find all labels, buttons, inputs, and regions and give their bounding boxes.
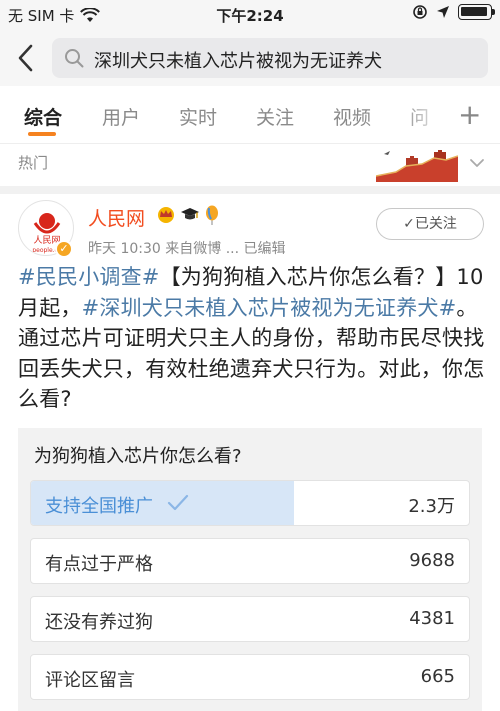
poll-option-label: 评论区留言 bbox=[45, 670, 135, 691]
search-header: 深圳犬只未植入芯片被视为无证养犬 bbox=[0, 30, 500, 86]
battery-icon bbox=[458, 4, 495, 20]
tab-realtime[interactable]: 实时 bbox=[179, 103, 217, 130]
great-wall-banner-image bbox=[376, 146, 458, 182]
poll-option-label: 支持全国推广 bbox=[45, 496, 153, 517]
hashtag-link[interactable]: #民民小调查# bbox=[18, 265, 160, 289]
search-icon bbox=[65, 49, 84, 68]
crown-badge-icon bbox=[158, 207, 174, 223]
poll-card: 为狗狗植入芯片你怎么看? 支持全国推广 2.3万 有点过于严格 9688 还没有… bbox=[18, 428, 482, 711]
hashtag-link[interactable]: #深圳犬只未植入芯片被视为无证养犬# bbox=[82, 296, 457, 320]
tab-video[interactable]: 视频 bbox=[333, 103, 371, 130]
poll-option[interactable]: 评论区留言 665 bbox=[30, 654, 470, 700]
section-divider bbox=[0, 186, 500, 194]
lock-rotation-icon bbox=[413, 5, 427, 19]
author-badges bbox=[156, 205, 220, 225]
poll-option-count: 4381 bbox=[409, 608, 455, 629]
tab-comprehensive[interactable]: 综合 bbox=[24, 103, 62, 130]
location-icon bbox=[437, 6, 449, 18]
result-tabs: 综合 用户 实时 关注 视频 问 + bbox=[0, 86, 500, 144]
poll-option-label: 有点过于严格 bbox=[45, 554, 153, 575]
back-icon[interactable] bbox=[12, 42, 40, 74]
tab-fade bbox=[400, 86, 448, 142]
post-meta: 昨天 10:30 来自微博 ... 已编辑 bbox=[88, 241, 286, 257]
poll-option-count: 665 bbox=[420, 666, 455, 687]
tab-following[interactable]: 关注 bbox=[256, 103, 294, 130]
tab-users[interactable]: 用户 bbox=[102, 103, 140, 130]
author-name[interactable]: 人民网 bbox=[88, 204, 145, 231]
following-button[interactable]: ✓已关注 bbox=[376, 208, 484, 240]
status-bar: 无 SIM 卡 下午2:24 bbox=[0, 0, 500, 30]
add-tab-icon[interactable]: + bbox=[458, 98, 481, 131]
poll-option-label: 还没有养过狗 bbox=[45, 612, 153, 633]
hot-label: 热门 bbox=[18, 154, 49, 172]
poll-option-count: 9688 bbox=[409, 550, 455, 571]
poll-question: 为狗狗植入芯片你怎么看? bbox=[34, 446, 242, 467]
chevron-down-icon[interactable] bbox=[468, 154, 486, 172]
search-input[interactable]: 深圳犬只未植入芯片被视为无证养犬 bbox=[52, 38, 488, 78]
verified-badge-icon: ✓ bbox=[55, 240, 73, 258]
active-tab-indicator bbox=[28, 132, 56, 136]
search-query: 深圳犬只未植入芯片被视为无证养犬 bbox=[94, 51, 382, 72]
balloon-badge-icon bbox=[206, 205, 218, 225]
poll-option[interactable]: 有点过于严格 9688 bbox=[30, 538, 470, 584]
poll-option[interactable]: 支持全国推广 2.3万 bbox=[30, 480, 470, 526]
poll-option[interactable]: 还没有养过狗 4381 bbox=[30, 596, 470, 642]
graduation-cap-icon bbox=[181, 208, 199, 220]
hot-section-header: 热门 bbox=[0, 144, 500, 186]
checkmark-icon bbox=[167, 494, 189, 511]
poll-option-count: 2.3万 bbox=[408, 496, 455, 517]
post-text: #民民小调查#【为狗狗植入芯片你怎么看？】10月起，#深圳犬只未植入芯片被视为无… bbox=[18, 262, 486, 415]
